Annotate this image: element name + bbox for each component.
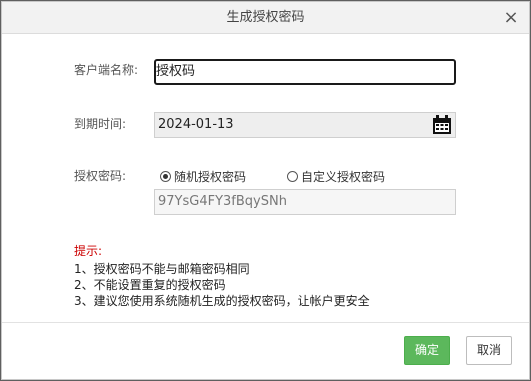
tips-title: 提示: — [74, 244, 103, 258]
expiry-date-label: 到期时间: — [74, 117, 127, 131]
auth-password-label: 授权密码: — [74, 169, 127, 183]
auth-password-input[interactable]: 97YsG4FY3fBqySNh — [154, 189, 456, 215]
custom-password-radio[interactable]: 自定义授权密码 — [287, 168, 385, 185]
dialog-title: 生成授权密码 — [226, 10, 305, 25]
random-password-radio[interactable]: 随机授权密码 — [160, 168, 246, 185]
cancel-button[interactable]: 取消 — [466, 336, 512, 365]
tip-item: 2、不能设置重复的授权密码 — [74, 278, 226, 292]
confirm-button[interactable]: 确定 — [404, 336, 450, 365]
radio-checked-icon — [160, 171, 171, 182]
radio-unchecked-icon — [287, 171, 298, 182]
tip-item: 1、授权密码不能与邮箱密码相同 — [74, 262, 250, 276]
client-name-input[interactable]: 授权码 — [154, 59, 456, 85]
calendar-icon[interactable] — [431, 114, 453, 136]
dialog-footer: 确定 取消 — [2, 322, 529, 379]
random-password-label: 随机授权密码 — [174, 170, 247, 184]
expiry-date-value: 2024-01-13 — [158, 117, 234, 132]
generate-auth-password-dialog: 生成授权密码 × 客户端名称: 授权码 到期时间: 2024-01-13 授权密… — [1, 1, 530, 380]
custom-password-label: 自定义授权密码 — [301, 170, 386, 184]
tip-item: 3、建议您使用系统随机生成的授权密码，让帐户更安全 — [74, 294, 370, 308]
client-name-label: 客户端名称: — [74, 63, 139, 77]
expiry-date-input[interactable]: 2024-01-13 — [154, 112, 456, 138]
close-icon[interactable]: × — [503, 2, 519, 33]
dialog-titlebar: 生成授权密码 × — [2, 2, 529, 34]
